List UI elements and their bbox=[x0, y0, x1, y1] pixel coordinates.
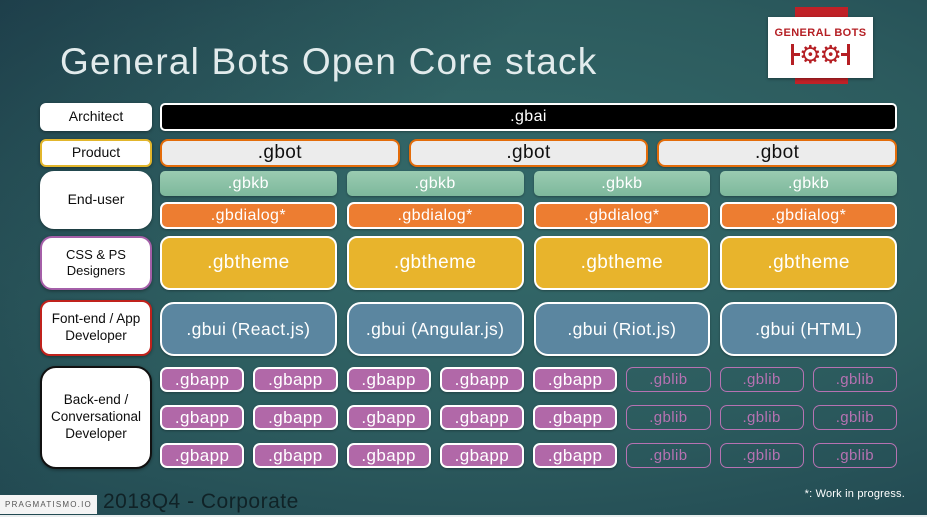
general-bots-logo: GENERAL BOTS ⚙ ⚙ bbox=[768, 17, 873, 78]
gblib-block: .gblib bbox=[812, 443, 897, 468]
gbapp-block: .gbapp bbox=[346, 367, 431, 392]
gbai-band: .gbai bbox=[160, 103, 897, 131]
work-in-progress-note: *: Work in progress. bbox=[804, 488, 905, 500]
gbui-block: .gbui (Angular.js) bbox=[346, 302, 524, 356]
gbdialog-block: .gbdialog* bbox=[720, 202, 897, 229]
gblib-block: .gblib bbox=[626, 367, 711, 392]
gbui-band: .gbui (React.js) .gbui (Angular.js) .gbui … bbox=[160, 302, 897, 356]
gbtheme-block: .gbtheme bbox=[346, 236, 524, 290]
gbtheme-block: .gbtheme bbox=[533, 236, 711, 290]
gbapp-block: .gbapp bbox=[346, 405, 431, 430]
gbapp-block: .gbapp bbox=[253, 367, 338, 392]
double-gear-icon: ⚙ ⚙ bbox=[791, 40, 850, 68]
gbapp-block: .gbapp bbox=[439, 367, 524, 392]
gbapp-block: .gbapp bbox=[346, 443, 431, 468]
gbdialog-block: .gbdialog* bbox=[160, 202, 337, 229]
gblib-block: .gblib bbox=[626, 405, 711, 430]
gbkb-block: .gbkb bbox=[346, 171, 524, 196]
gear-frame-right-icon bbox=[846, 43, 850, 65]
gbui-block: .gbui (HTML) bbox=[720, 302, 897, 356]
gbdialog-block: .gbdialog* bbox=[346, 202, 524, 229]
backend-band-3: .gbapp .gbapp .gbapp .gbapp .gbapp .gblib .gbl… bbox=[160, 443, 897, 468]
row-label-designers: CSS & PS Designers bbox=[40, 236, 152, 290]
pragmatismo-logo: PRAGMATISMO.IO bbox=[0, 495, 97, 514]
row-label-product: Product bbox=[40, 139, 152, 167]
gbtheme-band: .gbtheme .gbtheme .gbtheme .gbtheme bbox=[160, 236, 897, 290]
gblib-block: .gblib bbox=[719, 367, 804, 392]
row-label-backend-developer: Back-end / Conversational Developer bbox=[40, 366, 152, 469]
gblib-block: .gblib bbox=[719, 443, 804, 468]
gblib-block: .gblib bbox=[626, 443, 711, 468]
gbui-block: .gbui (React.js) bbox=[160, 302, 337, 356]
gear-icon: ⚙ bbox=[799, 39, 822, 69]
gblib-block: .gblib bbox=[812, 405, 897, 430]
page-title: General Bots Open Core stack bbox=[60, 41, 598, 82]
gbapp-block: .gbapp bbox=[439, 443, 524, 468]
gbot-band: .gbot .gbot .gbot bbox=[160, 139, 897, 167]
gbapp-block: .gbapp bbox=[253, 443, 338, 468]
backend-band-2: .gbapp .gbapp .gbapp .gbapp .gbapp .gblib .gbl… bbox=[160, 405, 897, 430]
gbapp-block: .gbapp bbox=[160, 367, 245, 392]
row-label-frontend-developer: Font-end / App Developer bbox=[40, 300, 152, 356]
gbapp-block: .gbapp bbox=[439, 405, 524, 430]
gbkb-block: .gbkb bbox=[160, 171, 337, 196]
gblib-block: .gblib bbox=[719, 405, 804, 430]
gbtheme-block: .gbtheme bbox=[160, 236, 337, 290]
gbot-block: .gbot bbox=[657, 139, 897, 167]
gbapp-block: .gbapp bbox=[160, 443, 245, 468]
gbapp-block: .gbapp bbox=[253, 405, 338, 430]
gbot-block: .gbot bbox=[408, 139, 649, 167]
row-label-architect: Architect bbox=[40, 103, 152, 131]
backend-band-1: .gbapp .gbapp .gbapp .gbapp .gbapp .gblib .gbl… bbox=[160, 367, 897, 392]
gbdialog-band: .gbdialog* .gbdialog* .gbdialog* .gbdialog* bbox=[160, 202, 897, 229]
gbot-block: .gbot bbox=[160, 139, 400, 167]
gbdialog-block: .gbdialog* bbox=[533, 202, 711, 229]
gbai-block: .gbai bbox=[160, 103, 897, 131]
gear-icon: ⚙ bbox=[819, 39, 842, 69]
gbkb-block: .gbkb bbox=[533, 171, 711, 196]
logo-brand-text: GENERAL BOTS bbox=[774, 27, 867, 39]
gbapp-block: .gbapp bbox=[160, 405, 245, 430]
gbapp-block: .gbapp bbox=[533, 443, 618, 468]
footer-caption: 2018Q4 - Corporate bbox=[103, 490, 299, 513]
gbkb-band: .gbkb .gbkb .gbkb .gbkb bbox=[160, 171, 897, 196]
slide-canvas: General Bots Open Core stack GENERAL BOT… bbox=[0, 0, 927, 517]
gbkb-block: .gbkb bbox=[720, 171, 897, 196]
gbapp-block: .gbapp bbox=[533, 367, 618, 392]
gblib-block: .gblib bbox=[812, 367, 897, 392]
row-label-end-user: End-user bbox=[40, 171, 152, 229]
gbtheme-block: .gbtheme bbox=[720, 236, 897, 290]
gbui-block: .gbui (Riot.js) bbox=[533, 302, 711, 356]
gbapp-block: .gbapp bbox=[533, 405, 618, 430]
